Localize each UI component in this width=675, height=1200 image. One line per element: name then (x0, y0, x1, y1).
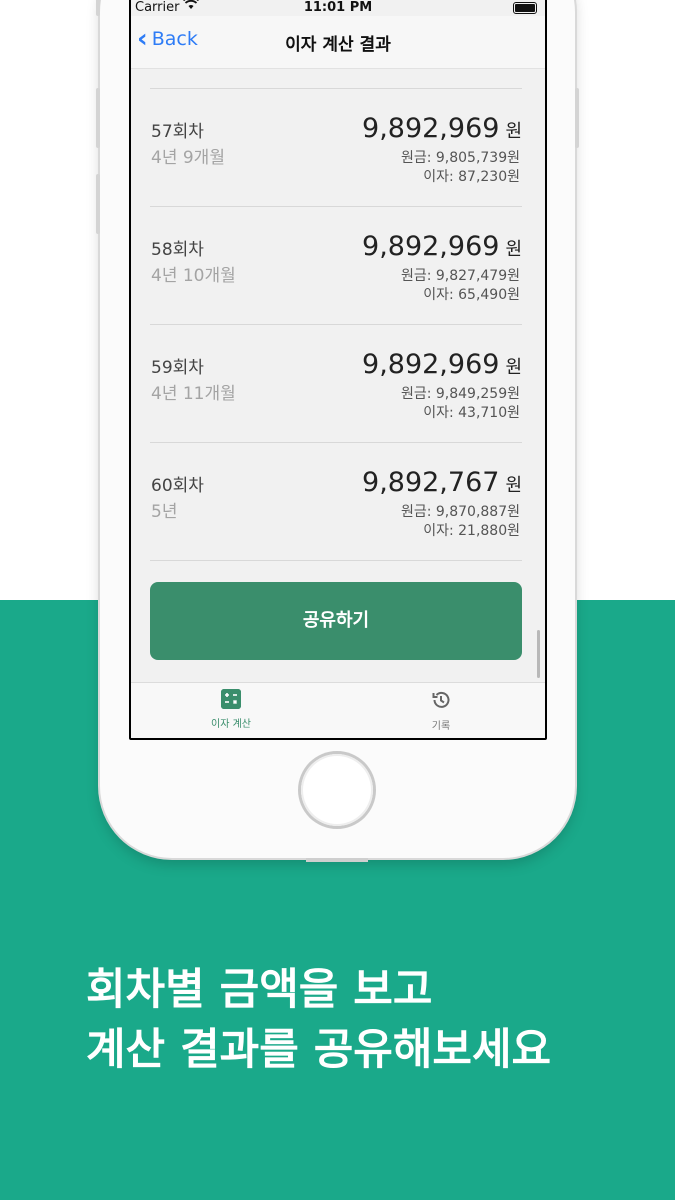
period-label: 58회차 (151, 240, 204, 260)
volume-up-button (96, 88, 100, 148)
headline-line-2: 계산 결과를 공유해보세요 (86, 1025, 552, 1075)
tab-interest-calc[interactable]: 이자 계산 (171, 689, 291, 730)
interest-label: 이자: 21,880원 (423, 523, 520, 539)
elapsed-label: 4년 10개월 (151, 266, 236, 286)
scrollbar[interactable] (537, 630, 540, 678)
status-bar: Carrier 11:01 PM (131, 0, 545, 16)
tab-label: 기록 (431, 721, 451, 732)
principal-label: 원금: 9,870,887원 (400, 504, 520, 520)
payment-amount: 9,892,969 원 (362, 113, 522, 144)
list-divider (150, 560, 522, 561)
payment-amount: 9,892,969 원 (362, 231, 522, 262)
navigation-bar: ‹ Back 이자 계산 결과 (131, 16, 545, 69)
tab-label: 이자 계산 (211, 719, 251, 730)
period-label: 57회차 (151, 122, 204, 142)
principal-label: 원금: 9,827,479원 (400, 268, 520, 284)
amount-value: 9,892,969 (362, 231, 500, 262)
amount-unit: 원 (505, 475, 522, 496)
battery-icon (513, 2, 537, 14)
tab-bar: 이자 계산 기록 (131, 682, 545, 738)
period-label: 60회차 (151, 476, 204, 496)
list-item: 59회차 4년 11개월 9,892,969 원 원금: 9,849,259원 이… (150, 324, 522, 442)
elapsed-label: 5년 (151, 502, 178, 522)
payment-list: 57회차 4년 9개월 9,892,969 원 원금: 9,805,739원 이자… (150, 88, 522, 561)
payment-amount: 9,892,969 원 (362, 349, 522, 380)
elapsed-label: 4년 11개월 (151, 384, 236, 404)
volume-down-button (96, 174, 100, 234)
interest-label: 이자: 87,230원 (423, 169, 520, 185)
tab-history[interactable]: 기록 (381, 689, 501, 732)
marketing-headline: 회차별 금액을 보고 계산 결과를 공유해보세요 (86, 960, 551, 1080)
app-screen: Carrier 11:01 PM ‹ Back 이자 계산 결과 57회차 4년… (131, 0, 545, 738)
mute-switch (96, 0, 100, 16)
amount-value: 9,892,969 (362, 349, 500, 380)
amount-value: 9,892,767 (362, 467, 500, 498)
list-item: 58회차 4년 10개월 9,892,969 원 원금: 9,827,479원 이… (150, 206, 522, 324)
elapsed-label: 4년 9개월 (151, 148, 225, 168)
power-button (575, 88, 579, 148)
home-button[interactable] (301, 754, 373, 826)
phone-bottom-edge (306, 858, 368, 862)
status-time: 11:01 PM (303, 0, 373, 15)
amount-unit: 원 (505, 239, 522, 260)
headline-line-1: 회차별 금액을 보고 (86, 965, 433, 1015)
share-button[interactable]: 공유하기 (150, 582, 522, 660)
payment-amount: 9,892,767 원 (362, 467, 522, 498)
principal-label: 원금: 9,805,739원 (400, 150, 520, 166)
interest-label: 이자: 43,710원 (423, 405, 520, 421)
interest-label: 이자: 65,490원 (423, 287, 520, 303)
calculator-icon (221, 689, 241, 709)
amount-value: 9,892,969 (362, 113, 500, 144)
page-title: 이자 계산 결과 (285, 35, 391, 55)
amount-unit: 원 (505, 357, 522, 378)
list-item: 60회차 5년 9,892,767 원 원금: 9,870,887원 이자: 21… (150, 442, 522, 560)
amount-unit: 원 (505, 121, 522, 142)
history-icon (430, 689, 452, 711)
period-label: 59회차 (151, 358, 204, 378)
principal-label: 원금: 9,849,259원 (400, 386, 520, 402)
list-item: 57회차 4년 9개월 9,892,969 원 원금: 9,805,739원 이자… (150, 88, 522, 206)
